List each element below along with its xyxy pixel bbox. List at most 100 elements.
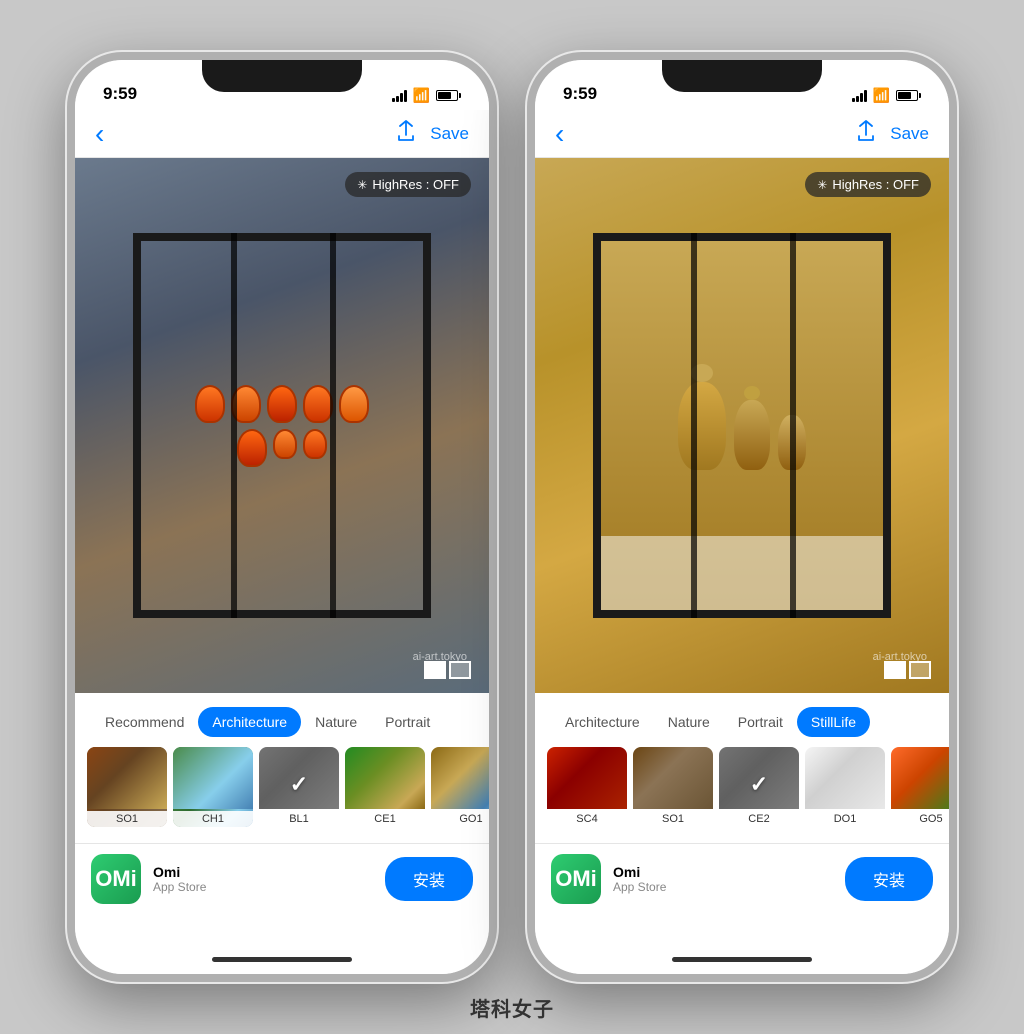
home-bar-right bbox=[672, 957, 812, 962]
compare-single-right[interactable] bbox=[884, 661, 906, 679]
swatch-label-so1-left: SO1 bbox=[87, 811, 167, 827]
notch-left bbox=[202, 60, 362, 92]
ad-banner-right: OMi Omi App Store 安装 bbox=[535, 843, 949, 914]
save-button-right[interactable]: Save bbox=[890, 124, 929, 144]
wifi-icon-right: 📶 bbox=[873, 87, 890, 104]
swatch-ce1-left[interactable]: CE1 bbox=[345, 747, 425, 827]
scene: 9:59 📶 ‹ bbox=[0, 0, 1024, 1034]
star-icon-right: ✳ bbox=[817, 178, 827, 192]
swatch-do1-right[interactable]: DO1 bbox=[805, 747, 885, 827]
phone-left: 9:59 📶 ‹ bbox=[67, 52, 497, 982]
nav-bar-right: ‹ Save bbox=[535, 110, 949, 158]
star-icon-left: ✳ bbox=[357, 178, 367, 192]
nav-bar-left: ‹ Save bbox=[75, 110, 489, 158]
home-indicator-right bbox=[535, 944, 949, 974]
swatch-label-go5-right: GO5 bbox=[891, 811, 949, 827]
share-button-right[interactable] bbox=[856, 120, 876, 148]
notch-right bbox=[662, 60, 822, 92]
painting-right bbox=[535, 158, 949, 693]
vase-group-right bbox=[678, 382, 806, 470]
tab-portrait-left[interactable]: Portrait bbox=[371, 707, 444, 737]
tab-architecture-right[interactable]: Architecture bbox=[551, 707, 654, 737]
battery-icon-right bbox=[896, 90, 921, 101]
scene-watermark: 塔科女子 bbox=[470, 993, 554, 1022]
compare-split-right[interactable] bbox=[909, 661, 931, 679]
save-button-left[interactable]: Save bbox=[430, 124, 469, 144]
swatch-ch1-left[interactable]: CH1 bbox=[173, 747, 253, 827]
highres-label-right: HighRes : OFF bbox=[832, 177, 919, 192]
ad-subtitle-right: App Store bbox=[613, 880, 833, 894]
watermark-left: ai-art.tokyo bbox=[413, 651, 467, 663]
home-indicator-left bbox=[75, 944, 489, 974]
tab-nature-left[interactable]: Nature bbox=[301, 707, 371, 737]
tab-architecture-left[interactable]: Architecture bbox=[198, 707, 301, 737]
nav-actions-right: Save bbox=[856, 120, 929, 148]
swatch-sc4-right[interactable]: SC4 bbox=[547, 747, 627, 827]
wifi-icon-left: 📶 bbox=[413, 87, 430, 104]
share-button-left[interactable] bbox=[396, 120, 416, 148]
ad-text-right: Omi App Store bbox=[613, 864, 833, 894]
swatch-so1-right[interactable]: SO1 bbox=[633, 747, 713, 827]
watermark-right: ai-art.tokyo bbox=[873, 651, 927, 663]
ad-icon-right: OMi bbox=[551, 854, 601, 904]
ad-icon-left: OMi bbox=[91, 854, 141, 904]
status-icons-left: 📶 bbox=[392, 87, 461, 104]
home-bar-left bbox=[212, 957, 352, 962]
style-swatches-right: SC4 SO1 CE2 DO1 GO5 bbox=[535, 747, 949, 839]
bottom-panel-left: Recommend Architecture Nature Portrait S… bbox=[75, 693, 489, 944]
time-left: 9:59 bbox=[103, 84, 137, 104]
compare-toggle-right[interactable] bbox=[884, 661, 931, 679]
ad-title-right: Omi bbox=[613, 864, 833, 880]
ornament-group-left bbox=[190, 385, 373, 467]
compare-split-left[interactable] bbox=[449, 661, 471, 679]
swatch-label-ce2-right: CE2 bbox=[719, 811, 799, 827]
image-area-left: ✳ HighRes : OFF ai-art.tokyo bbox=[75, 158, 489, 693]
time-right: 9:59 bbox=[563, 84, 597, 104]
phone-right: 9:59 📶 ‹ bbox=[527, 52, 957, 982]
swatch-go5-right[interactable]: GO5 bbox=[891, 747, 949, 827]
ad-subtitle-left: App Store bbox=[153, 880, 373, 894]
bottom-panel-right: Architecture Nature Portrait StillLife S… bbox=[535, 693, 949, 944]
swatch-so1-left[interactable]: SO1 bbox=[87, 747, 167, 827]
back-button-left[interactable]: ‹ bbox=[95, 118, 104, 150]
highres-label-left: HighRes : OFF bbox=[372, 177, 459, 192]
swatch-bl1-left[interactable]: BL1 bbox=[259, 747, 339, 827]
back-button-right[interactable]: ‹ bbox=[555, 118, 564, 150]
vase-medium-right bbox=[734, 400, 770, 470]
compare-single-left[interactable] bbox=[424, 661, 446, 679]
tab-nature-right[interactable]: Nature bbox=[654, 707, 724, 737]
swatch-label-bl1-left: BL1 bbox=[259, 811, 339, 827]
swatch-label-ch1-left: CH1 bbox=[173, 811, 253, 827]
vase-small-right bbox=[778, 415, 806, 470]
tab-recommend-left[interactable]: Recommend bbox=[91, 707, 198, 737]
vase-large-right bbox=[678, 382, 726, 470]
tab-portrait-right[interactable]: Portrait bbox=[724, 707, 797, 737]
swatch-label-sc4-right: SC4 bbox=[547, 811, 627, 827]
swatch-label-ce1-left: CE1 bbox=[345, 811, 425, 827]
ad-banner-left: OMi Omi App Store 安装 bbox=[75, 843, 489, 914]
status-icons-right: 📶 bbox=[852, 87, 921, 104]
swatch-label-do1-right: DO1 bbox=[805, 811, 885, 827]
ad-text-left: Omi App Store bbox=[153, 864, 373, 894]
swatch-ce2-right[interactable]: CE2 bbox=[719, 747, 799, 827]
highres-badge-right[interactable]: ✳ HighRes : OFF bbox=[805, 172, 931, 197]
style-tabs-left: Recommend Architecture Nature Portrait bbox=[75, 693, 489, 747]
highres-badge-left[interactable]: ✳ HighRes : OFF bbox=[345, 172, 471, 197]
inner-frame-left bbox=[133, 233, 431, 618]
swatch-label-go1-left: GO1 bbox=[431, 811, 489, 827]
signal-icon-right bbox=[852, 90, 867, 102]
compare-toggle-left[interactable] bbox=[424, 661, 471, 679]
swatch-label-so1-right: SO1 bbox=[633, 811, 713, 827]
swatch-go1-left[interactable]: GO1 bbox=[431, 747, 489, 827]
ad-install-button-right[interactable]: 安装 bbox=[845, 857, 933, 901]
signal-icon-left bbox=[392, 90, 407, 102]
image-area-right: ✳ HighRes : OFF ai-art.tokyo bbox=[535, 158, 949, 693]
painting-left bbox=[75, 158, 489, 693]
battery-icon-left bbox=[436, 90, 461, 101]
ad-install-button-left[interactable]: 安装 bbox=[385, 857, 473, 901]
style-tabs-right: Architecture Nature Portrait StillLife bbox=[535, 693, 949, 747]
nav-actions-left: Save bbox=[396, 120, 469, 148]
style-swatches-left: SO1 CH1 BL1 CE1 GO1 bbox=[75, 747, 489, 839]
tab-stilllife-right[interactable]: StillLife bbox=[797, 707, 870, 737]
ad-title-left: Omi bbox=[153, 864, 373, 880]
